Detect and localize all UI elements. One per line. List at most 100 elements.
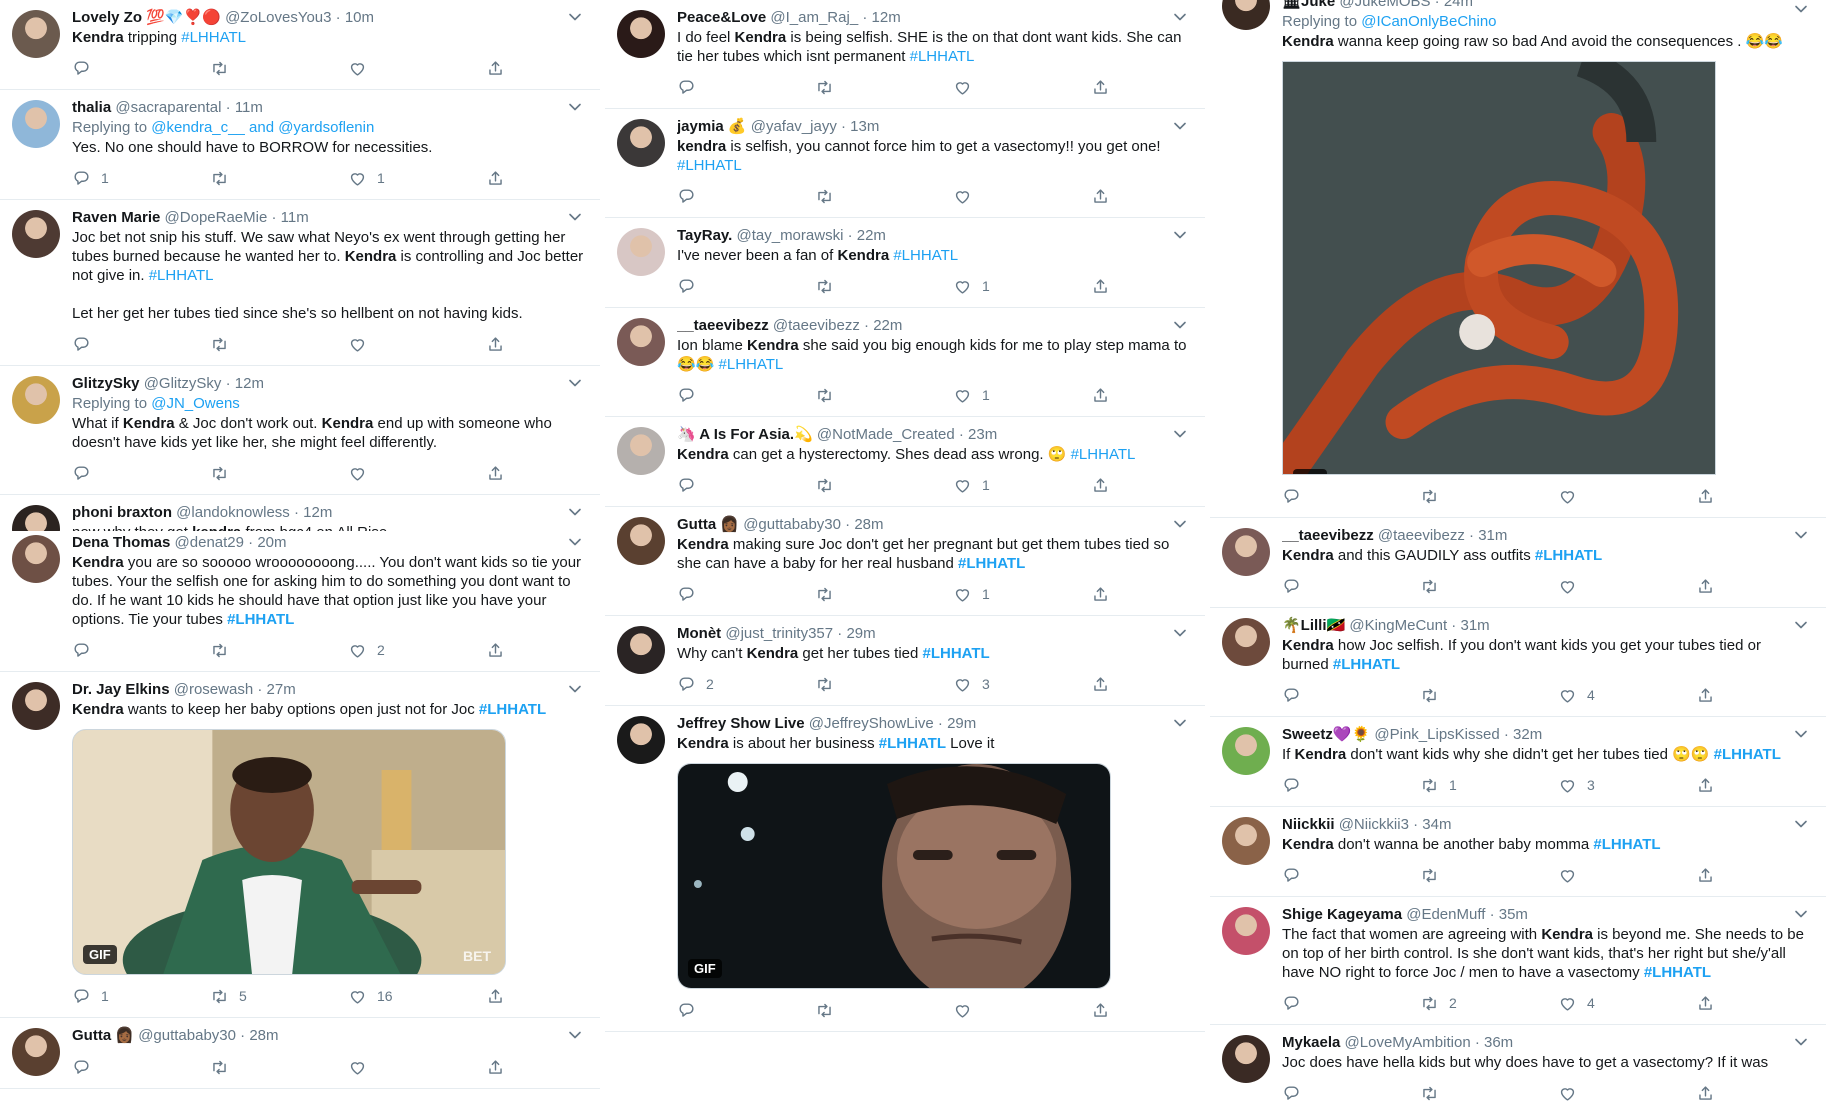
user-name[interactable]: Gutta 👩🏾 bbox=[72, 1027, 134, 1044]
tweet[interactable]: Shige Kageyama @EdenMuff · 35m The fact t… bbox=[1210, 897, 1826, 1025]
user-name[interactable]: Peace&Love bbox=[677, 9, 766, 26]
timestamp[interactable]: 32m bbox=[1513, 726, 1542, 743]
chevron-down-icon[interactable] bbox=[1790, 0, 1812, 20]
tweet[interactable]: Monèt @just_trinity357 · 29m Why can't Ke… bbox=[605, 616, 1205, 706]
user-name[interactable]: Dr. Jay Elkins bbox=[72, 681, 170, 698]
chevron-down-icon[interactable] bbox=[1790, 1031, 1812, 1053]
user-name[interactable]: Jeffrey Show Live bbox=[677, 715, 805, 732]
avatar[interactable] bbox=[12, 10, 60, 58]
hashtag-link[interactable]: #LHHATL bbox=[879, 735, 946, 752]
like-button[interactable]: 1 bbox=[953, 277, 1091, 296]
user-name[interactable]: phoni braxton bbox=[72, 504, 172, 521]
reply-button[interactable] bbox=[72, 464, 210, 483]
reply-button[interactable]: 1 bbox=[72, 169, 210, 188]
tweet[interactable]: Gutta 👩🏾 @guttababy30 · 28m Kendra making… bbox=[605, 507, 1205, 616]
chevron-down-icon[interactable] bbox=[564, 206, 586, 228]
user-name[interactable]: Lovely Zo 💯💎❣️🔴 bbox=[72, 9, 221, 26]
timestamp[interactable]: 11m bbox=[235, 99, 263, 116]
hashtag-link[interactable]: #LHHATL bbox=[479, 701, 546, 718]
retweet-button[interactable] bbox=[815, 187, 953, 206]
reply-button[interactable] bbox=[1282, 776, 1420, 795]
timestamp[interactable]: 34m bbox=[1422, 816, 1451, 833]
tweet[interactable]: GlitzySky @GlitzySky · 12m Replying to @J… bbox=[0, 366, 600, 495]
avatar[interactable] bbox=[617, 318, 665, 366]
avatar[interactable] bbox=[1222, 528, 1270, 576]
tweet[interactable]: Lovely Zo 💯💎❣️🔴 @ZoLovesYou3 · 10m Kendra… bbox=[0, 0, 600, 90]
avatar[interactable] bbox=[12, 376, 60, 424]
like-button[interactable] bbox=[348, 335, 486, 354]
user-handle[interactable]: @landoknowless bbox=[176, 504, 290, 521]
like-button[interactable] bbox=[1558, 1084, 1696, 1103]
avatar[interactable] bbox=[617, 119, 665, 167]
user-handle[interactable]: @EdenMuff bbox=[1406, 906, 1485, 923]
reply-button[interactable] bbox=[1282, 994, 1420, 1013]
share-button[interactable] bbox=[1696, 994, 1736, 1013]
tweet[interactable]: Jeffrey Show Live @JeffreyShowLive · 29m… bbox=[605, 706, 1205, 1032]
reply-button[interactable] bbox=[677, 187, 815, 206]
retweet-button[interactable]: 2 bbox=[1420, 994, 1558, 1013]
user-handle[interactable]: @Niickkii3 bbox=[1339, 816, 1409, 833]
timestamp[interactable]: 36m bbox=[1484, 1034, 1513, 1051]
tweet[interactable]: Raven Marie @DopeRaeMie · 11m Joc bet not… bbox=[0, 200, 600, 366]
like-button[interactable]: 1 bbox=[953, 585, 1091, 604]
timestamp[interactable]: 11m bbox=[281, 209, 309, 226]
timestamp[interactable]: 24m bbox=[1444, 0, 1473, 10]
tweet[interactable]: __taeevibezz @taeevibezz · 22m Ion blame … bbox=[605, 308, 1205, 417]
hashtag-link[interactable]: #LHHATL bbox=[1644, 964, 1711, 981]
reply-button[interactable] bbox=[1282, 1084, 1420, 1103]
avatar[interactable] bbox=[12, 1028, 60, 1076]
user-handle[interactable]: @taeevibezz bbox=[773, 317, 860, 334]
like-button[interactable] bbox=[1558, 866, 1696, 885]
chevron-down-icon[interactable] bbox=[564, 372, 586, 394]
retweet-button[interactable] bbox=[210, 335, 348, 354]
user-name[interactable]: Dena Thomas bbox=[72, 534, 170, 551]
timestamp[interactable]: 20m bbox=[257, 534, 286, 551]
retweet-button[interactable] bbox=[1420, 866, 1558, 885]
user-name[interactable]: Niickkii bbox=[1282, 816, 1335, 833]
timestamp[interactable]: 22m bbox=[857, 227, 886, 244]
like-button[interactable] bbox=[953, 78, 1091, 97]
reply-button[interactable] bbox=[72, 1058, 210, 1077]
avatar[interactable] bbox=[617, 10, 665, 58]
avatar[interactable] bbox=[617, 626, 665, 674]
retweet-button[interactable] bbox=[1420, 686, 1558, 705]
tweet[interactable]: __taeevibezz @taeevibezz · 31m Kendra and… bbox=[1210, 518, 1826, 608]
tweet[interactable]: 🌴Lilli🇰🇳 @KingMeCunt · 31m Kendra how Joc… bbox=[1210, 608, 1826, 717]
retweet-button[interactable] bbox=[1420, 1084, 1558, 1103]
user-handle[interactable]: @JeffreyShowLive bbox=[809, 715, 934, 732]
share-button[interactable] bbox=[486, 59, 526, 78]
retweet-button[interactable] bbox=[210, 464, 348, 483]
reply-button[interactable] bbox=[677, 78, 815, 97]
share-button[interactable] bbox=[1091, 476, 1131, 495]
retweet-button[interactable] bbox=[815, 386, 953, 405]
user-name[interactable]: __taeevibezz bbox=[1282, 527, 1374, 544]
hashtag-link[interactable]: #LHHATL bbox=[1333, 656, 1400, 673]
like-button[interactable]: 1 bbox=[348, 169, 486, 188]
chevron-down-icon[interactable] bbox=[1169, 712, 1191, 734]
reply-button[interactable] bbox=[677, 277, 815, 296]
chevron-down-icon[interactable] bbox=[1790, 524, 1812, 546]
user-handle[interactable]: @yafav_jayy bbox=[751, 118, 837, 135]
replying-to-link[interactable]: @JN_Owens bbox=[151, 395, 240, 412]
tweet[interactable]: Niickkii @Niickkii3 · 34m Kendra don't wa… bbox=[1210, 807, 1826, 897]
chevron-down-icon[interactable] bbox=[1790, 723, 1812, 745]
user-handle[interactable]: @taeevibezz bbox=[1378, 527, 1465, 544]
media-gif[interactable]: GIF bbox=[677, 763, 1111, 989]
retweet-button[interactable] bbox=[1420, 487, 1558, 506]
reply-button[interactable] bbox=[1282, 577, 1420, 596]
like-button[interactable] bbox=[348, 59, 486, 78]
user-name[interactable]: 🌴Lilli🇰🇳 bbox=[1282, 617, 1345, 634]
chevron-down-icon[interactable] bbox=[564, 531, 586, 553]
like-button[interactable]: 3 bbox=[1558, 776, 1696, 795]
timestamp[interactable]: 23m bbox=[968, 426, 997, 443]
retweet-button[interactable] bbox=[210, 59, 348, 78]
like-button[interactable]: 2 bbox=[348, 641, 486, 660]
timestamp[interactable]: 27m bbox=[267, 681, 296, 698]
hashtag-link[interactable]: #LHHATL bbox=[149, 267, 214, 284]
chevron-down-icon[interactable] bbox=[1169, 513, 1191, 535]
share-button[interactable] bbox=[1091, 675, 1131, 694]
share-button[interactable] bbox=[1091, 187, 1131, 206]
like-button[interactable]: 3 bbox=[953, 675, 1091, 694]
like-button[interactable] bbox=[1558, 487, 1696, 506]
avatar[interactable] bbox=[1222, 1035, 1270, 1083]
